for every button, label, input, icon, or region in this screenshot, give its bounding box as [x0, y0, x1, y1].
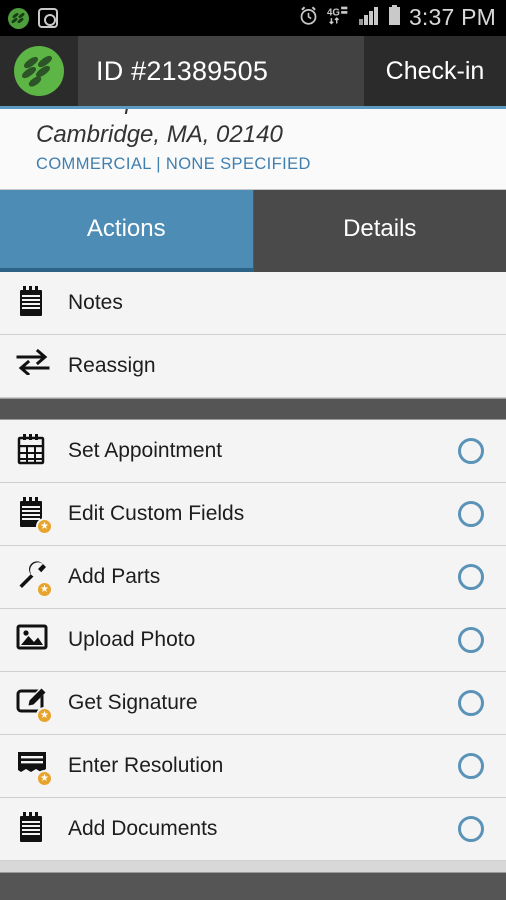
photo-icon [16, 623, 50, 657]
list-item-label: Upload Photo [68, 628, 196, 651]
notepad-icon [16, 812, 50, 846]
list-item[interactable]: ★ Get Signature [0, 672, 506, 735]
list-item-label: Add Documents [68, 817, 218, 840]
status-circle[interactable] [458, 690, 484, 716]
status-circle[interactable] [458, 501, 484, 527]
status-bar-right-icons: 4G 3:37 PM [298, 5, 496, 31]
job-type-meta: COMMERCIAL | NONE SPECIFIED [36, 155, 311, 173]
wrench-icon: ★ [16, 560, 53, 598]
calendar-icon [16, 434, 50, 468]
section-divider [0, 398, 506, 420]
list-item-label: Reassign [68, 354, 156, 377]
address-line-2: Cambridge, MA, 02140 [36, 121, 283, 148]
list-item[interactable]: ★ Edit Custom Fields [0, 483, 506, 546]
camera-icon [38, 8, 58, 28]
starred-badge-icon: ★ [36, 581, 53, 598]
status-bar-clock: 3:37 PM [408, 3, 496, 30]
status-circle[interactable] [458, 627, 484, 653]
notepad-icon: ★ [16, 497, 53, 535]
list-item-label: Enter Resolution [68, 754, 224, 777]
list-item[interactable]: Set Appointment [0, 420, 506, 483]
tab-actions[interactable]: Actions [0, 190, 254, 272]
list-item[interactable]: ★ Enter Resolution [0, 735, 506, 798]
swap-arrows-icon [16, 349, 50, 383]
starred-badge-icon: ★ [36, 518, 53, 535]
svg-text:4G: 4G [327, 8, 340, 19]
actions-list: Notes Reassign Set Appointment ★ Edit Cu… [0, 272, 506, 872]
page-title: ID #21389505 [96, 55, 269, 86]
address-line-1: 1 Davenport Street [36, 109, 311, 118]
status-circle[interactable] [458, 564, 484, 590]
status-circle[interactable] [458, 438, 484, 464]
list-item[interactable]: Add Documents [0, 798, 506, 861]
resolution-card-icon: ★ [16, 749, 53, 787]
list-item-label: Edit Custom Fields [68, 502, 245, 525]
list-item-label: Set Appointment [68, 439, 223, 462]
notepad-icon [16, 286, 50, 320]
list-item-label: Add Parts [68, 565, 161, 588]
list-item[interactable]: Notes [0, 272, 506, 335]
list-item[interactable]: ★ Add Parts [0, 546, 506, 609]
status-circle[interactable] [458, 816, 484, 842]
4g-lte-icon: 4G [327, 5, 350, 31]
starred-badge-icon: ★ [36, 770, 53, 787]
job-header[interactable]: 1 Davenport Street Cambridge, MA, 02140 … [0, 106, 506, 190]
status-bar: 4G 3:37 PM [0, 0, 506, 36]
alarm-clock-icon [298, 5, 319, 31]
action-bar: ID #21389505 Check-in [0, 36, 506, 106]
list-item[interactable]: Reassign [0, 335, 506, 398]
signal-bars-icon [358, 6, 380, 30]
status-circle[interactable] [458, 753, 484, 779]
starred-badge-icon: ★ [36, 707, 53, 724]
status-bar-left-icons [8, 7, 58, 29]
tab-details[interactable]: Details [253, 190, 506, 272]
list-item-label: Notes [68, 291, 123, 314]
list-item-label: Get Signature [68, 691, 198, 714]
app-logo-icon [14, 46, 64, 96]
app-logo-button[interactable] [0, 36, 78, 106]
check-in-button[interactable]: Check-in [364, 36, 506, 106]
battery-icon [388, 5, 401, 31]
bottom-bar [0, 872, 506, 900]
app-screen: 4G 3:37 PM ID #21389505 Check-in Cambrid… [0, 0, 506, 900]
tab-bar: Actions Details [0, 190, 506, 272]
signature-pencil-icon: ★ [16, 686, 53, 724]
list-item[interactable]: Upload Photo [0, 609, 506, 672]
app-logo-icon [8, 7, 29, 29]
